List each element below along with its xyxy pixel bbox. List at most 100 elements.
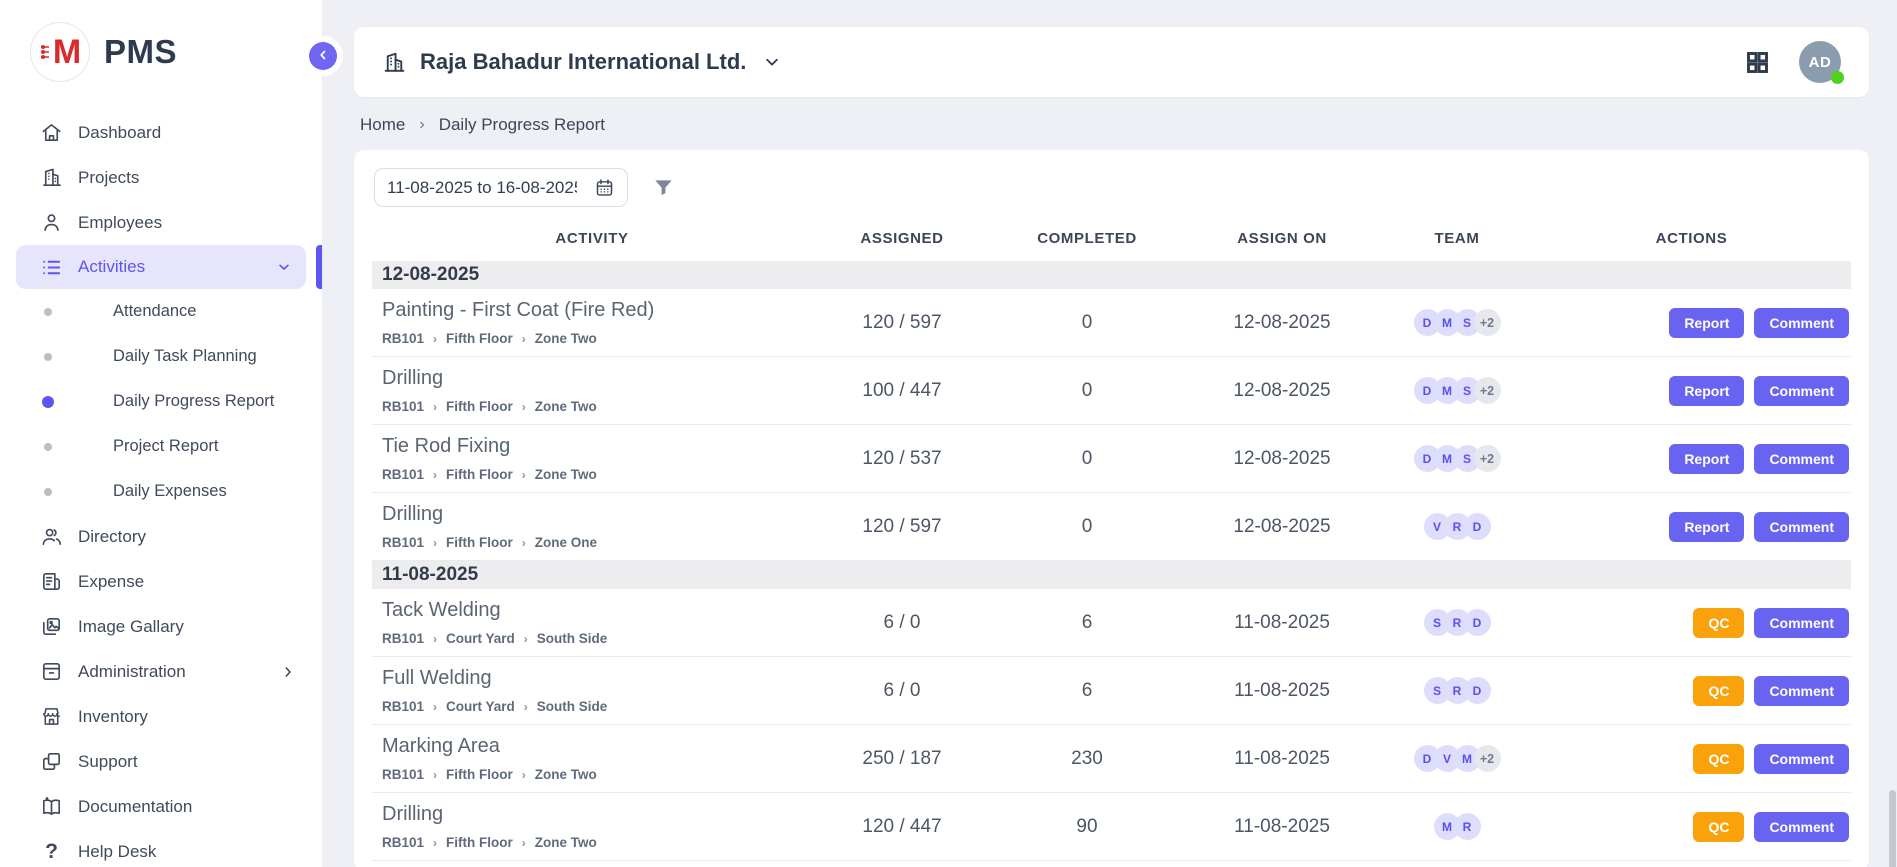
sidebar-item-inventory[interactable]: Inventory (0, 694, 322, 739)
chevron-right-icon: › (433, 768, 437, 782)
path-segment: Court Yard (446, 699, 515, 714)
completed-cell: 90 (992, 816, 1182, 838)
team-member-avatar[interactable]: D (1464, 677, 1491, 704)
activity-title: Drilling (382, 367, 812, 390)
path-segment: South Side (537, 631, 608, 646)
path-segment: Fifth Floor (446, 399, 513, 414)
assigned-cell: 120 / 597 (812, 312, 992, 334)
chevron-right-icon: › (522, 768, 526, 782)
team-extra-count[interactable]: +2 (1474, 445, 1501, 472)
sidebar-item-label: Projects (78, 168, 139, 188)
filter-funnel-icon[interactable] (652, 176, 675, 199)
activity-title: Tack Welding (382, 599, 812, 622)
comment-button[interactable]: Comment (1754, 676, 1849, 706)
sidebar-subitem-daily-progress-report[interactable]: Daily Progress Report (0, 379, 322, 424)
sidebar-item-projects[interactable]: Projects (0, 155, 322, 200)
qc-button[interactable]: QC (1693, 608, 1744, 638)
sidebar-item-documentation[interactable]: Documentation (0, 784, 322, 829)
table-row: Full WeldingRB101›Court Yard›South Side6… (372, 657, 1851, 725)
assigned-cell: 100 / 447 (812, 380, 992, 402)
path-segment: Court Yard (446, 631, 515, 646)
qc-button[interactable]: QC (1693, 812, 1744, 842)
team-cell: DVM+2 (1382, 745, 1532, 772)
comment-button[interactable]: Comment (1754, 376, 1849, 406)
breadcrumb: Home › Daily Progress Report (360, 115, 1869, 135)
qc-button[interactable]: QC (1693, 676, 1744, 706)
team-cell: DMS+2 (1382, 445, 1532, 472)
chevron-right-icon: › (522, 400, 526, 414)
activity-cell: DrillingRB101›Fifth Floor›Zone One (372, 503, 812, 550)
activity-cell: Full WeldingRB101›Court Yard›South Side (372, 667, 812, 714)
archive-icon (40, 660, 63, 683)
team-extra-count[interactable]: +2 (1474, 377, 1501, 404)
path-segment: RB101 (382, 399, 424, 414)
report-button[interactable]: Report (1669, 444, 1744, 474)
path-segment: Fifth Floor (446, 467, 513, 482)
assign-on-cell: 11-08-2025 (1182, 816, 1382, 838)
team-extra-count[interactable]: +2 (1474, 309, 1501, 336)
table-row: DrillingRB101›Fifth Floor›Zone Two120 / … (372, 793, 1851, 861)
sidebar-collapse-button[interactable] (309, 42, 337, 70)
activity-cell: Tack WeldingRB101›Court Yard›South Side (372, 599, 812, 646)
user-avatar[interactable]: AD (1799, 41, 1841, 83)
comment-button[interactable]: Comment (1754, 812, 1849, 842)
date-range-input[interactable] (387, 178, 577, 198)
team-cell: DMS+2 (1382, 377, 1532, 404)
company-building-icon (382, 50, 407, 75)
sidebar-item-image-gallary[interactable]: Image Gallary (0, 604, 322, 649)
table-row: Tie Rod FixingRB101›Fifth Floor›Zone Two… (372, 425, 1851, 493)
comment-button[interactable]: Comment (1754, 608, 1849, 638)
sidebar-item-activities[interactable]: Activities (16, 245, 306, 289)
app-logo[interactable]: M PMS (0, 0, 322, 100)
path-segment: South Side (537, 699, 608, 714)
comment-button[interactable]: Comment (1754, 744, 1849, 774)
company-selector[interactable]: Raja Bahadur International Ltd. (382, 49, 781, 75)
date-range-picker[interactable] (374, 168, 628, 207)
path-segment: RB101 (382, 631, 424, 646)
team-member-avatar[interactable]: D (1464, 513, 1491, 540)
sidebar-subitem-daily-task-planning[interactable]: Daily Task Planning (0, 334, 322, 379)
sidebar-item-label: Administration (78, 662, 186, 682)
sidebar-subitem-label: Attendance (113, 302, 196, 321)
comment-button[interactable]: Comment (1754, 444, 1849, 474)
sidebar-item-administration[interactable]: Administration (0, 649, 322, 694)
col-assign-on: ASSIGN ON (1182, 230, 1382, 247)
comment-button[interactable]: Comment (1754, 308, 1849, 338)
report-button[interactable]: Report (1669, 308, 1744, 338)
sidebar-subitem-attendance[interactable]: Attendance (0, 289, 322, 334)
calendar-icon (594, 177, 615, 198)
col-assigned: ASSIGNED (812, 230, 992, 247)
report-button[interactable]: Report (1669, 512, 1744, 542)
sidebar-item-label: Help Desk (78, 842, 156, 862)
chevron-right-icon: › (522, 536, 526, 550)
team-extra-count[interactable]: +2 (1474, 745, 1501, 772)
apps-grid-icon[interactable] (1744, 49, 1771, 76)
team-member-avatar[interactable]: R (1454, 813, 1481, 840)
breadcrumb-home[interactable]: Home (360, 115, 405, 135)
path-segment: Zone Two (535, 835, 597, 850)
sidebar-item-employees[interactable]: Employees (0, 200, 322, 245)
question-icon: ? (40, 840, 63, 863)
main-area: Raja Bahadur International Ltd. AD Home … (354, 0, 1869, 867)
assign-on-cell: 11-08-2025 (1182, 680, 1382, 702)
qc-button[interactable]: QC (1693, 744, 1744, 774)
sidebar-subitem-daily-expenses[interactable]: Daily Expenses (0, 469, 322, 514)
sidebar-item-expense[interactable]: Expense (0, 559, 322, 604)
sidebar-item-help-desk[interactable]: ? Help Desk (0, 829, 322, 867)
page-scrollbar[interactable] (1889, 790, 1896, 867)
sidebar-item-dashboard[interactable]: Dashboard (0, 110, 322, 155)
assign-on-cell: 12-08-2025 (1182, 516, 1382, 538)
report-button[interactable]: Report (1669, 376, 1744, 406)
assigned-cell: 120 / 447 (812, 816, 992, 838)
sidebar-nav: Dashboard Projects EmployeesActivities Atte… (0, 110, 322, 867)
team-member-avatar[interactable]: D (1464, 609, 1491, 636)
comment-button[interactable]: Comment (1754, 512, 1849, 542)
sidebar-item-label: Image Gallary (78, 617, 184, 637)
assigned-cell: 120 / 597 (812, 516, 992, 538)
completed-cell: 0 (992, 516, 1182, 538)
completed-cell: 0 (992, 448, 1182, 470)
sidebar-item-directory[interactable]: Directory (0, 514, 322, 559)
sidebar-item-support[interactable]: Support (0, 739, 322, 784)
actions-cell: Report Comment (1532, 308, 1851, 338)
sidebar-subitem-project-report[interactable]: Project Report (0, 424, 322, 469)
